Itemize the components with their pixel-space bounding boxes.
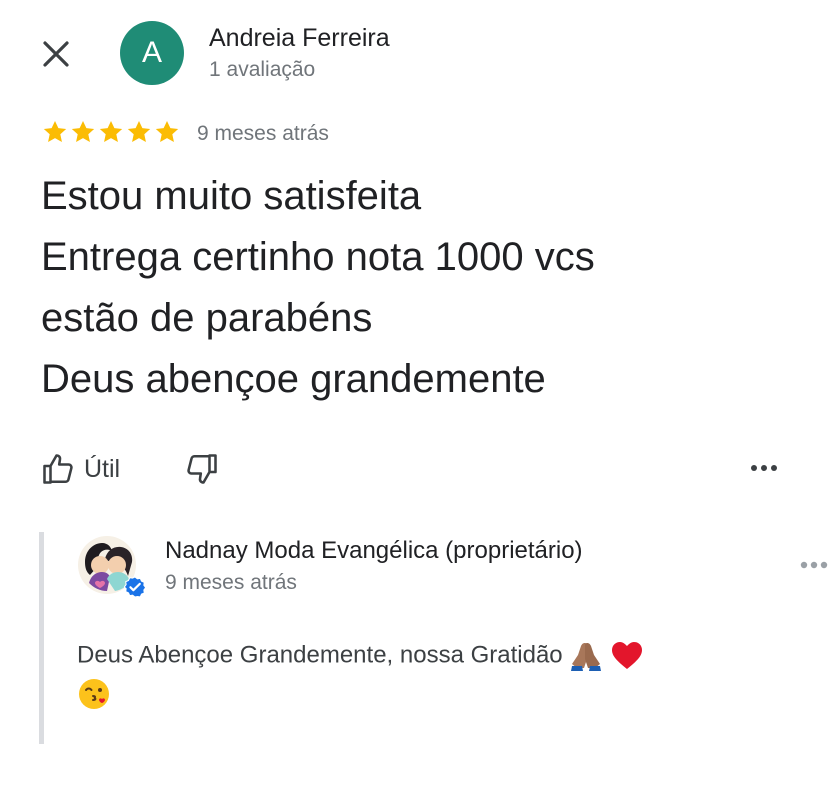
kissing-face-emoji [79, 679, 109, 710]
reviewer-avatar-letter: A [141, 36, 162, 69]
review-text-line: Estou muito satisfeita [41, 174, 422, 218]
helpful-button[interactable]: Útil [40, 448, 120, 490]
reviewer-name[interactable]: Andreia Ferreira [209, 24, 390, 53]
star-rating [42, 119, 180, 149]
more-horizontal-icon [800, 561, 828, 569]
close-button[interactable] [36, 34, 76, 74]
owner-avatar[interactable] [77, 535, 146, 598]
review-text-line: Entrega certinho nota 1000 vcs [41, 235, 595, 279]
star-icon [155, 120, 179, 142]
helpful-label: Útil [84, 454, 121, 483]
reply-more-options-button[interactable] [796, 555, 828, 575]
owner-name[interactable]: Nadnay Moda Evangélica (proprietário) [165, 537, 583, 565]
more-horizontal-icon [751, 465, 777, 471]
review-text: Estou muito satisfeita Entrega certinho … [41, 166, 801, 410]
thumbs-up-icon [43, 454, 73, 484]
owner-reply-text: Deus Abençoe Grandemente, nossa Gratidão [77, 636, 777, 713]
folded-hands-emoji [571, 642, 602, 671]
star-icon [127, 120, 151, 142]
thumbs-down-icon [187, 454, 217, 484]
review-text-line: Deus abençoe grandemente [41, 357, 546, 401]
star-icon [71, 120, 95, 142]
review-more-options-button[interactable] [744, 452, 784, 484]
review-date: 9 meses atrás [197, 122, 329, 145]
owner-reply-date: 9 meses atrás [165, 571, 297, 594]
owner-reply-message: Deus Abençoe Grandemente, nossa Gratidão [77, 641, 563, 669]
star-icon [99, 120, 123, 142]
reply-divider [39, 532, 44, 744]
star-icon [43, 120, 67, 142]
red-heart-emoji [611, 641, 642, 669]
reviewer-review-count: 1 avaliação [209, 58, 316, 81]
not-helpful-button[interactable] [182, 449, 222, 489]
review-text-line: estão de parabéns [41, 296, 373, 340]
reviewer-avatar[interactable]: A [120, 21, 184, 85]
verified-badge-icon [124, 576, 146, 598]
close-icon [43, 41, 69, 67]
